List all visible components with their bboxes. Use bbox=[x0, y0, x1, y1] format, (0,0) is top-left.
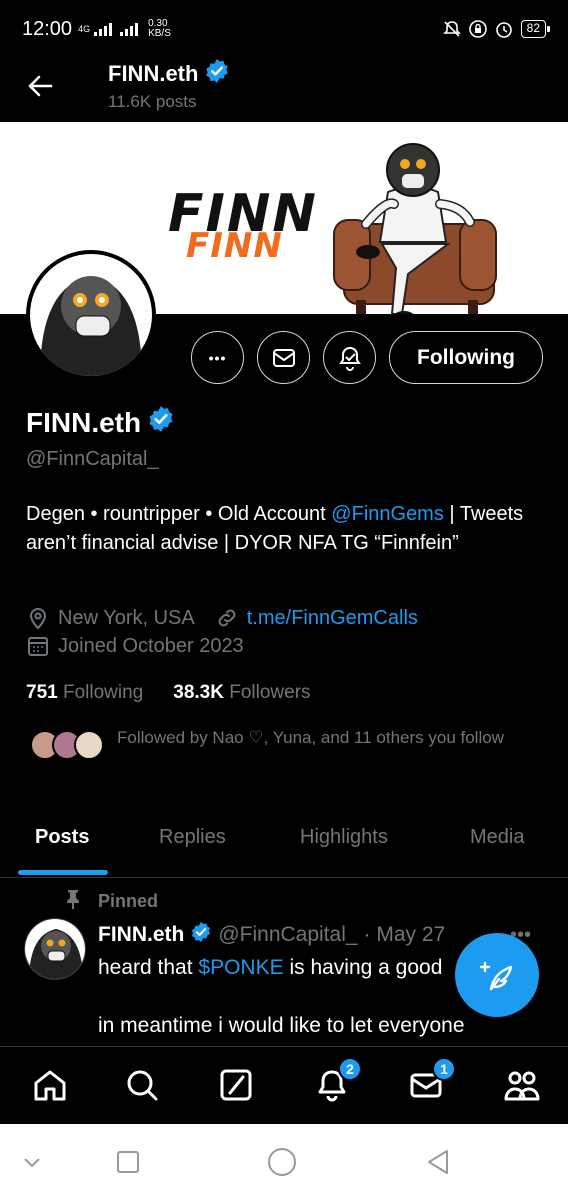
tab-replies[interactable]: Replies bbox=[159, 826, 226, 849]
system-nav-bar bbox=[0, 1124, 568, 1200]
more-options-button[interactable]: ••• bbox=[191, 331, 244, 384]
follower-avatars bbox=[30, 730, 110, 762]
home-icon bbox=[34, 1070, 66, 1101]
avatar bbox=[74, 730, 104, 760]
more-dots-icon: ••• bbox=[208, 349, 227, 366]
back-button[interactable] bbox=[422, 1146, 454, 1178]
pinned-label-row: Pinned bbox=[64, 889, 158, 914]
profile-name: FINN.eth bbox=[26, 406, 142, 438]
post-author-name[interactable]: FINN.eth bbox=[98, 923, 184, 947]
envelope-icon bbox=[272, 348, 295, 367]
post-header: FINN.eth @FinnCapital_ · May 27 bbox=[98, 921, 445, 949]
tab-highlights[interactable]: Highlights bbox=[300, 826, 388, 849]
calendar-icon bbox=[26, 634, 50, 658]
following-count-link[interactable]: 751 Following bbox=[26, 682, 143, 704]
signal-icon-2 bbox=[120, 22, 139, 36]
post-text-line2: in meantime i would like to let everyone bbox=[98, 1014, 465, 1037]
active-tab-indicator bbox=[18, 870, 108, 875]
header-name: FINN.eth bbox=[108, 61, 199, 86]
net-speed: 0.30 KB/S bbox=[148, 18, 171, 39]
location-pin-icon bbox=[26, 606, 50, 630]
followed-by-row[interactable]: Followed by Nao ♡, Yuna, and 11 others y… bbox=[26, 726, 556, 776]
lock-icon bbox=[468, 20, 487, 38]
avatar-image bbox=[25, 919, 85, 979]
pinned-label: Pinned bbox=[98, 891, 159, 911]
status-bar: 12:00 4G 0.30 KB/S 82 bbox=[0, 0, 568, 58]
pin-icon bbox=[64, 889, 82, 914]
messages-badge: 1 bbox=[432, 1057, 456, 1081]
profile-name-row: FINN.eth bbox=[26, 405, 175, 440]
profile-joined-row: Joined October 2023 bbox=[26, 634, 244, 658]
followed-by-text: Followed by Nao ♡, Yuna, and 11 others y… bbox=[117, 728, 504, 747]
header-title: FINN.eth bbox=[108, 58, 230, 90]
home-button[interactable] bbox=[266, 1146, 298, 1178]
nav-home[interactable] bbox=[30, 1065, 70, 1105]
banner-character-illustration bbox=[333, 143, 497, 314]
profile-website-link[interactable]: t.me/FinnGemCalls bbox=[247, 607, 418, 630]
alarm-icon bbox=[495, 20, 513, 38]
following-button[interactable]: Following bbox=[389, 331, 543, 384]
clock: 12:00 bbox=[22, 17, 73, 40]
profile-meta-row: New York, USA t.me/FinnGemCalls bbox=[26, 606, 418, 630]
profile-bio: Degen • rountripper • Old Account @FinnG… bbox=[26, 500, 546, 558]
cashtag-link[interactable]: $PONKE bbox=[198, 956, 283, 979]
nav-communities[interactable] bbox=[502, 1065, 542, 1105]
followers-count-link[interactable]: 38.3K Followers bbox=[173, 682, 310, 704]
profile-header: FINN.eth 11.6K posts bbox=[0, 58, 568, 122]
profile-handle: @FinnCapital_ bbox=[26, 448, 159, 470]
compose-feather-icon bbox=[479, 961, 513, 991]
profile-location: New York, USA bbox=[58, 606, 195, 629]
search-icon bbox=[127, 1070, 158, 1101]
posts-count: 11.6K posts bbox=[108, 92, 197, 111]
network-type: 4G bbox=[78, 24, 91, 34]
grok-icon bbox=[220, 1069, 252, 1101]
nav-notifications[interactable]: 2 bbox=[312, 1057, 362, 1105]
recents-button[interactable] bbox=[112, 1146, 144, 1178]
chevron-down-icon[interactable] bbox=[16, 1146, 48, 1178]
message-button[interactable] bbox=[257, 331, 310, 384]
bell-check-icon bbox=[338, 346, 361, 371]
profile-joined-date: Joined October 2023 bbox=[58, 634, 244, 657]
link-icon bbox=[215, 606, 239, 630]
back-arrow-icon[interactable] bbox=[22, 68, 58, 104]
post-author-handle: @FinnCapital_ bbox=[218, 923, 358, 946]
network-indicator: 4G 0.30 KB/S bbox=[78, 19, 171, 39]
avatar-image bbox=[30, 254, 152, 376]
profile-avatar[interactable] bbox=[26, 250, 156, 380]
bottom-nav: 2 1 bbox=[0, 1046, 568, 1124]
compose-post-button[interactable] bbox=[455, 933, 539, 1017]
verified-badge-icon bbox=[190, 921, 212, 949]
banner-logo-sub: FINN bbox=[186, 226, 283, 266]
notifications-badge: 2 bbox=[338, 1057, 362, 1081]
notifications-toggle-button[interactable] bbox=[323, 331, 376, 384]
mute-icon bbox=[442, 20, 461, 38]
tab-media[interactable]: Media bbox=[470, 826, 524, 849]
bio-text: Degen • rountripper • Old Account bbox=[26, 503, 332, 525]
verified-badge-icon bbox=[147, 405, 175, 440]
profile-tabs: Posts Replies Highlights Media bbox=[0, 810, 568, 878]
verified-badge-icon bbox=[204, 58, 230, 90]
follow-counts: 751 Following 38.3K Followers bbox=[26, 682, 311, 704]
nav-search[interactable] bbox=[122, 1065, 162, 1105]
tab-posts[interactable]: Posts bbox=[35, 826, 89, 849]
bio-mention-link[interactable]: @FinnGems bbox=[331, 503, 444, 525]
nav-messages[interactable]: 1 bbox=[406, 1057, 456, 1105]
signal-icon bbox=[94, 22, 113, 36]
post-date: · May 27 bbox=[363, 923, 446, 946]
post-author-avatar[interactable] bbox=[24, 918, 86, 980]
nav-grok[interactable] bbox=[216, 1065, 256, 1105]
battery-icon: 82 bbox=[520, 20, 551, 38]
communities-icon bbox=[504, 1071, 540, 1101]
post-text-line1: heard that $PONKE is having a good bbox=[98, 956, 443, 979]
